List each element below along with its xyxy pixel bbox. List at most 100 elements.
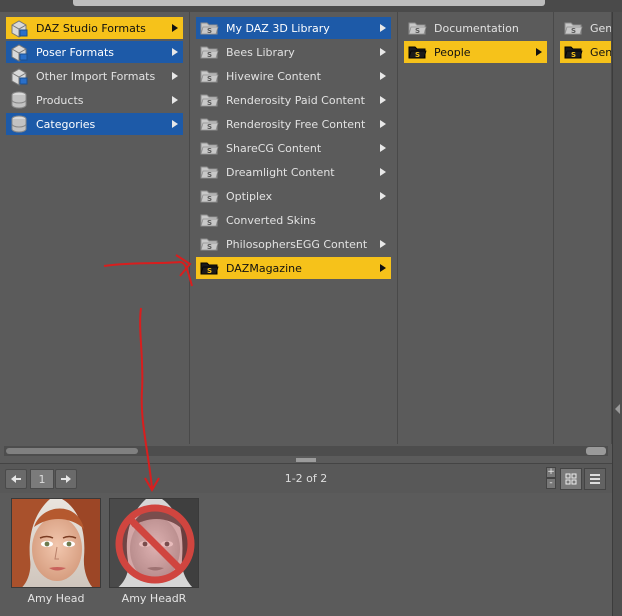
grid-view-icon (565, 473, 577, 485)
svg-text:S: S (207, 243, 212, 251)
amy-head-preview-image[interactable] (11, 498, 101, 588)
svg-text:S: S (415, 51, 420, 59)
expand-arrow-icon[interactable] (380, 120, 386, 128)
folder-item[interactable]: S Hivewire Content (196, 65, 391, 87)
zoom-in-button[interactable]: + (546, 467, 556, 478)
expand-arrow-icon[interactable] (172, 96, 178, 104)
folder-item-label: Renderosity Paid Content (226, 93, 365, 107)
folder-item-label: Hivewire Content (226, 69, 321, 83)
top-scrollbar-thumb[interactable] (73, 0, 545, 6)
folder-item[interactable]: S My DAZ 3D Library (196, 17, 391, 39)
expand-arrow-icon[interactable] (380, 168, 386, 176)
folder-item[interactable]: S ShareCG Content (196, 137, 391, 159)
svg-text:S: S (207, 267, 212, 275)
smart-folder-icon: S (200, 70, 219, 83)
top-scrollbar[interactable] (0, 0, 622, 12)
expand-arrow-icon[interactable] (380, 96, 386, 104)
thumbnail-caption: Amy Head (27, 592, 85, 605)
folder-item-label: Poser Formats (36, 45, 114, 59)
smart-folder-icon: S (200, 238, 219, 251)
pager-bar: 1-2 of 2 1 + - (0, 463, 612, 493)
expand-arrow-icon[interactable] (380, 192, 386, 200)
smart-folder-icon: S (200, 22, 219, 35)
folder-item[interactable]: S Renderosity Free Content (196, 113, 391, 135)
folder-item[interactable]: S Renderosity Paid Content (196, 89, 391, 111)
horizontal-scrollbar-thumb[interactable] (6, 448, 138, 454)
smart-folder-icon: S (200, 190, 219, 203)
poser-formats-icon (11, 44, 28, 62)
svg-text:S: S (207, 99, 212, 107)
folder-item-label: Bees Library (226, 45, 295, 59)
panel-collapse-edge[interactable] (612, 12, 622, 616)
column-formats: DAZ Studio Formats Poser Formats Other Imp… (0, 12, 190, 444)
svg-text:S: S (415, 27, 420, 35)
arrow-right-icon (61, 475, 71, 483)
folder-item[interactable]: S Dreamlight Content (196, 161, 391, 183)
folder-item[interactable]: S People (404, 41, 547, 63)
folder-item[interactable]: Other Import Formats (6, 65, 183, 87)
svg-text:S: S (571, 27, 576, 35)
svg-text:S: S (207, 123, 212, 131)
expand-arrow-icon[interactable] (172, 120, 178, 128)
folder-item-label: DAZ Studio Formats (36, 21, 146, 35)
smart-folder-icon: S (564, 22, 583, 35)
thumbnail-amy-head[interactable]: Amy Head (11, 498, 101, 605)
expand-arrow-icon[interactable] (380, 264, 386, 272)
expand-arrow-icon[interactable] (380, 144, 386, 152)
smart-folder-icon: S (200, 262, 219, 275)
folder-item[interactable]: Poser Formats (6, 41, 183, 63)
thumbnail-amy-headr[interactable]: Amy HeadR (109, 498, 199, 605)
column-libraries: S My DAZ 3D Library S Bees Library S Hivewire… (190, 12, 398, 444)
folder-item[interactable]: S PhilosophersEGG Content (196, 233, 391, 255)
svg-text:S: S (207, 219, 212, 227)
column-library-folders: S Documentation S People (398, 12, 554, 444)
column-people-folders: S Gen S Gen (554, 12, 612, 444)
scroll-arrows-icon[interactable] (586, 447, 606, 455)
expand-arrow-icon[interactable] (380, 72, 386, 80)
expand-arrow-icon[interactable] (536, 48, 542, 56)
previous-page-button[interactable] (5, 469, 27, 489)
folder-item[interactable]: S Gen (560, 41, 612, 63)
folder-item-label: Renderosity Free Content (226, 117, 366, 131)
result-count: 1-2 of 2 (284, 472, 328, 485)
thumbnail-grid: Amy Head Amy HeadR (0, 494, 612, 616)
smart-folder-icon: S (408, 22, 427, 35)
list-view-icon (590, 474, 600, 484)
folder-item[interactable]: S Optiplex (196, 185, 391, 207)
folder-item[interactable]: S Bees Library (196, 41, 391, 63)
zoom-out-button[interactable]: - (546, 478, 556, 489)
folder-item-label: Products (36, 93, 84, 107)
expand-arrow-icon[interactable] (172, 24, 178, 32)
folder-item[interactable]: Products (6, 89, 183, 111)
folder-item[interactable]: S Documentation (404, 17, 547, 39)
expand-arrow-icon[interactable] (380, 240, 386, 248)
collapse-arrow-icon[interactable] (615, 404, 620, 414)
folder-item[interactable]: S DAZMagazine (196, 257, 391, 279)
folder-item-label: Documentation (434, 21, 519, 35)
products-database-icon (11, 91, 27, 109)
expand-arrow-icon[interactable] (172, 72, 178, 80)
amy-headr-preview-image[interactable] (109, 498, 199, 588)
pane-splitter-handle[interactable] (296, 458, 316, 462)
smart-folder-icon: S (408, 46, 427, 59)
folder-item[interactable]: S Gen (560, 17, 611, 39)
expand-arrow-icon[interactable] (380, 24, 386, 32)
smart-folder-icon: S (200, 214, 219, 227)
thumbnail-caption: Amy HeadR (121, 592, 187, 605)
folder-item-label: Gen (590, 45, 612, 59)
other-import-formats-icon (11, 68, 28, 86)
columns-horizontal-scrollbar[interactable] (4, 446, 608, 456)
content-browser-columns: DAZ Studio Formats Poser Formats Other Imp… (0, 12, 612, 444)
folder-item[interactable]: DAZ Studio Formats (6, 17, 183, 39)
next-page-button[interactable] (55, 469, 77, 489)
folder-item[interactable]: Categories (6, 113, 183, 135)
svg-text:S: S (207, 75, 212, 83)
folder-item[interactable]: S Converted Skins (196, 209, 391, 231)
svg-text:S: S (207, 27, 212, 35)
grid-view-button[interactable] (560, 468, 582, 490)
expand-arrow-icon[interactable] (380, 48, 386, 56)
smart-folder-icon: S (200, 142, 219, 155)
expand-arrow-icon[interactable] (172, 48, 178, 56)
list-view-button[interactable] (584, 468, 606, 490)
page-number-field[interactable]: 1 (30, 469, 54, 489)
